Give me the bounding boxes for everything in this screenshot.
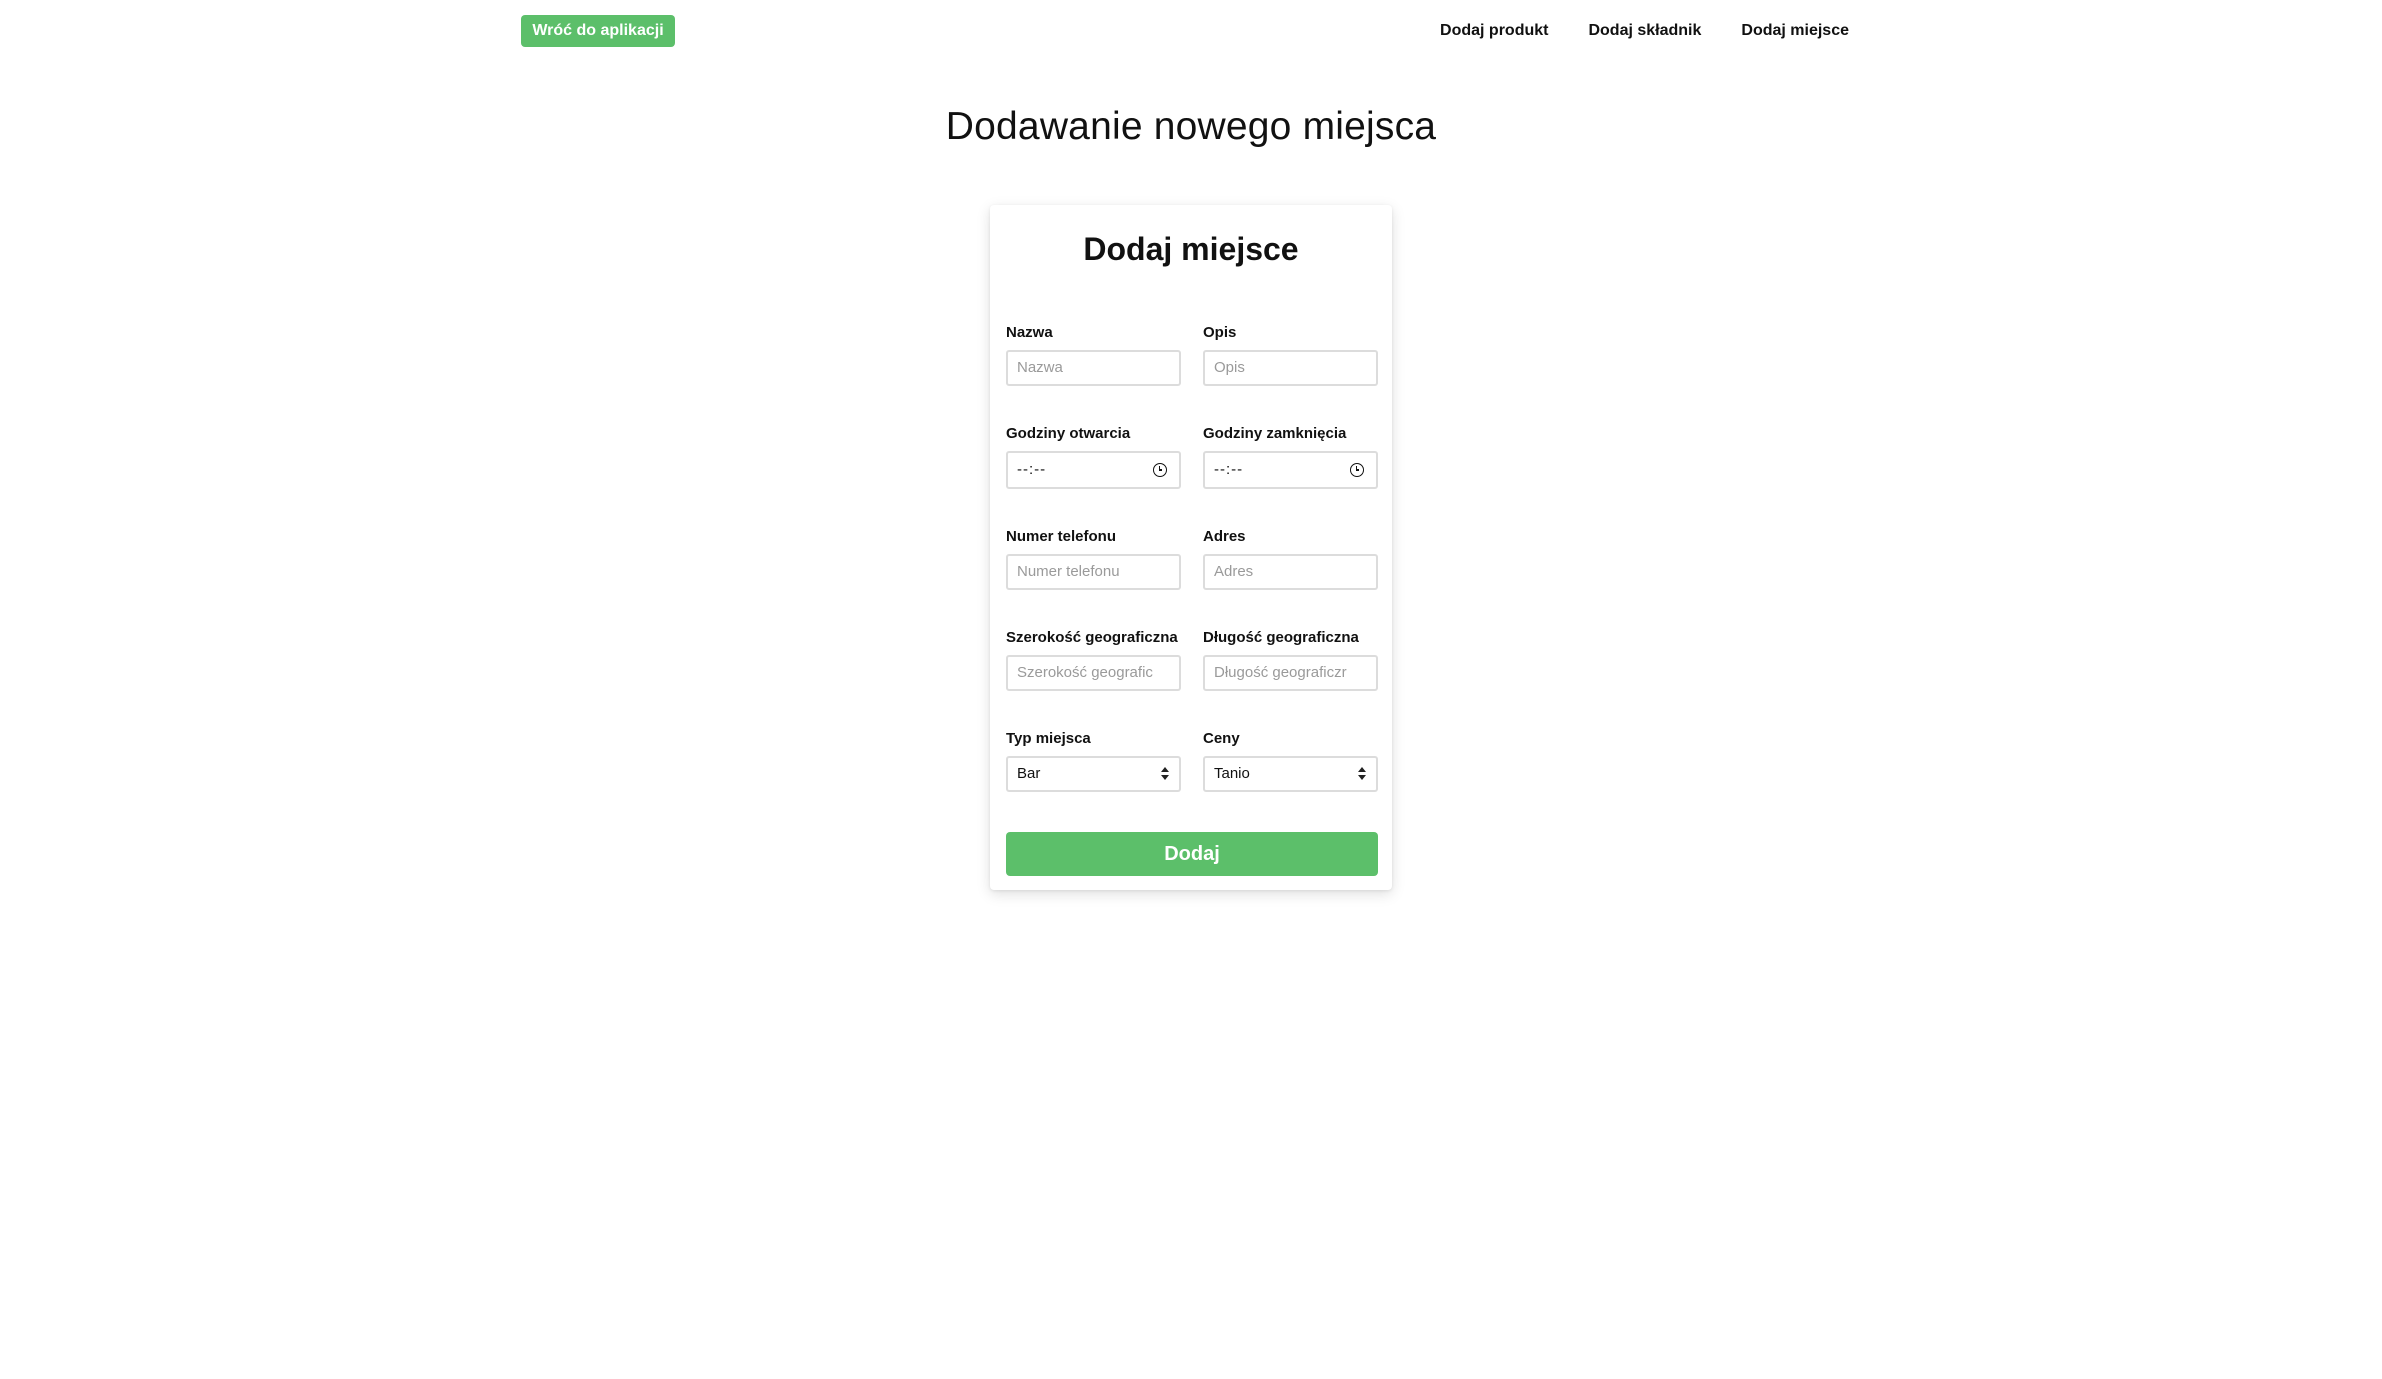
closing-hours-value: --:-- (1214, 461, 1244, 478)
header-nav: Dodaj produkt Dodaj składnik Dodaj miejs… (1440, 20, 1849, 42)
address-input[interactable]: Adres (1203, 554, 1378, 590)
longitude-label: Długość geograficzna (1203, 629, 1359, 646)
clock-icon[interactable] (1153, 463, 1167, 477)
address-label: Adres (1203, 528, 1246, 545)
opening-hours-input[interactable]: --:-- (1006, 451, 1181, 489)
phone-field: Numer telefonu Numer telefonu (1006, 527, 1181, 590)
top-navigation-bar: Wróć do aplikacji Dodaj produkt Dodaj sk… (0, 0, 2382, 62)
clock-icon[interactable] (1350, 463, 1364, 477)
opening-hours-value: --:-- (1017, 461, 1047, 478)
nav-add-place[interactable]: Dodaj miejsce (1741, 20, 1849, 42)
latitude-input[interactable]: Szerokość geografic (1006, 655, 1181, 691)
place-type-field: Typ miejsca Bar (1006, 729, 1181, 792)
nav-add-ingredient[interactable]: Dodaj składnik (1588, 20, 1701, 42)
latitude-field: Szerokość geograficzna Szerokość geograf… (1006, 628, 1181, 691)
opening-hours-field: Godziny otwarcia --:-- (1006, 424, 1181, 489)
longitude-input[interactable]: Długość geograficzr (1203, 655, 1378, 691)
closing-hours-input[interactable]: --:-- (1203, 451, 1378, 489)
phone-label: Numer telefonu (1006, 528, 1117, 545)
latitude-label: Szerokość geograficzna (1006, 629, 1178, 646)
submit-button[interactable]: Dodaj (1006, 832, 1378, 876)
name-input[interactable]: Nazwa (1006, 350, 1181, 386)
address-field: Adres Adres (1203, 527, 1378, 590)
place-type-label: Typ miejsca (1006, 730, 1091, 747)
nav-add-product[interactable]: Dodaj produkt (1440, 20, 1548, 42)
select-arrows-icon (1358, 767, 1366, 781)
form-title: Dodaj miejsce (1083, 231, 1299, 267)
name-label: Nazwa (1006, 324, 1053, 341)
prices-field: Ceny Tanio (1203, 729, 1378, 792)
closing-hours-label: Godziny zamknięcia (1203, 425, 1347, 442)
select-arrows-icon (1161, 767, 1169, 781)
prices-select[interactable]: Tanio (1203, 756, 1378, 792)
opening-hours-label: Godziny otwarcia (1006, 425, 1131, 442)
prices-label: Ceny (1203, 730, 1240, 747)
longitude-field: Długość geograficzna Długość geograficzr (1203, 628, 1378, 691)
description-label: Opis (1203, 324, 1237, 341)
prices-selected: Tanio (1214, 765, 1250, 782)
description-input[interactable]: Opis (1203, 350, 1378, 386)
description-field: Opis Opis (1203, 323, 1378, 386)
phone-input[interactable]: Numer telefonu (1006, 554, 1181, 590)
name-field: Nazwa Nazwa (1006, 323, 1181, 386)
place-type-selected: Bar (1017, 765, 1041, 782)
place-type-select[interactable]: Bar (1006, 756, 1181, 792)
page-title: Dodawanie nowego miejsca (945, 105, 1437, 148)
back-to-app-button[interactable]: Wróć do aplikacji (521, 15, 675, 47)
closing-hours-field: Godziny zamknięcia --:-- (1203, 424, 1378, 489)
add-place-form-card: Dodaj miejsce Nazwa Nazwa Opis Opis Godz… (990, 205, 1392, 890)
